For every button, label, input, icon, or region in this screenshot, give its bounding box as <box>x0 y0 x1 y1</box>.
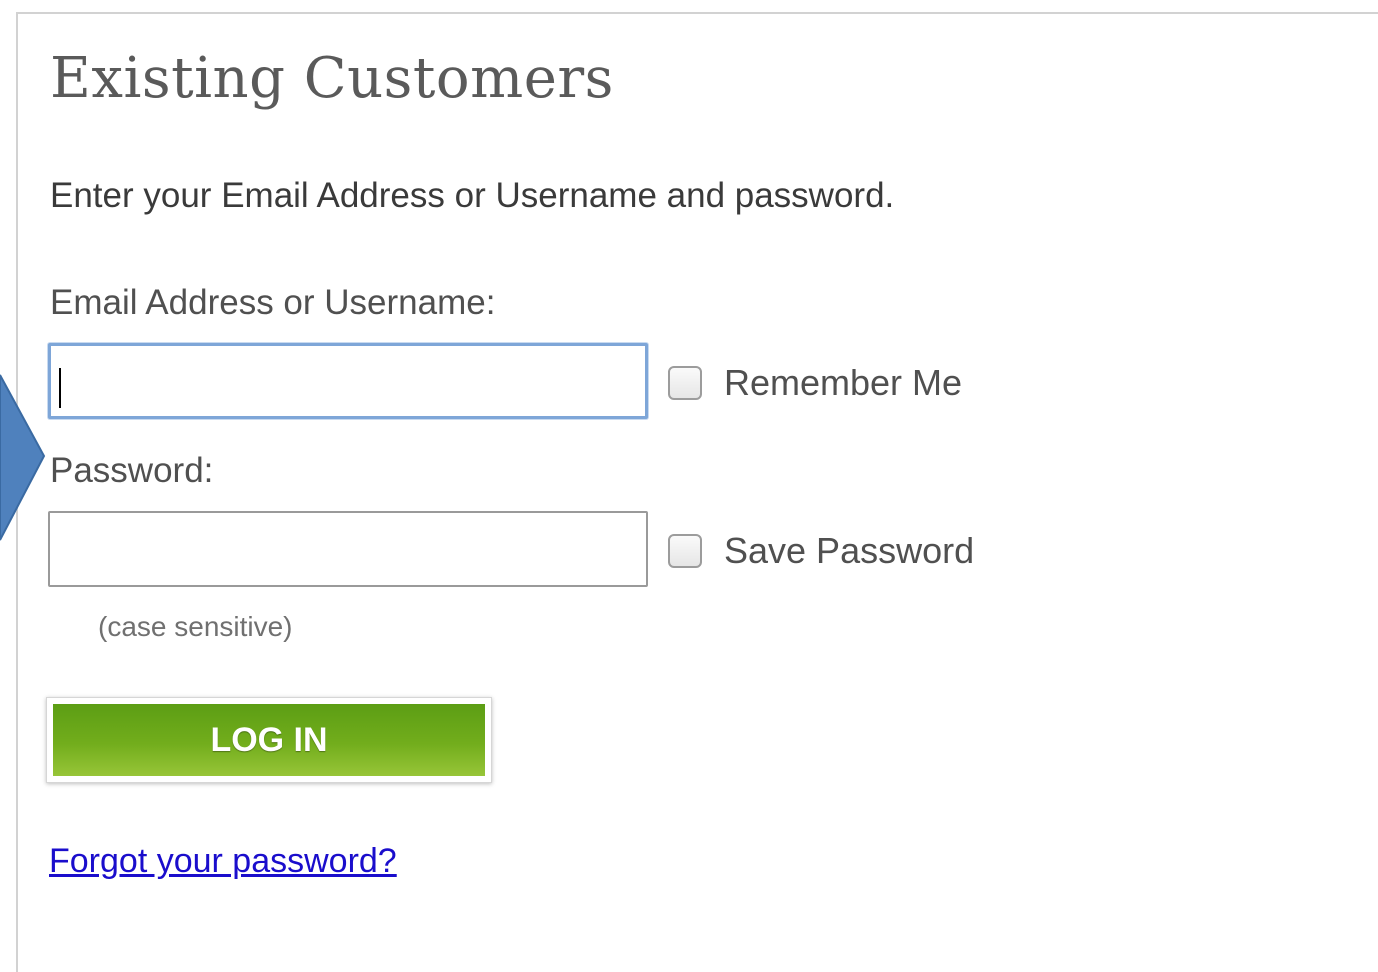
login-button-frame: LOG IN <box>46 697 492 783</box>
case-sensitive-hint: (case sensitive) <box>98 611 293 642</box>
text-cursor <box>59 368 61 408</box>
remember-me-option[interactable]: Remember Me <box>668 362 962 404</box>
email-label: Email Address or Username: <box>50 283 496 322</box>
save-password-checkbox[interactable] <box>668 534 702 568</box>
remember-me-label: Remember Me <box>724 362 963 403</box>
password-field[interactable] <box>48 511 648 587</box>
save-password-label: Save Password <box>724 530 975 571</box>
forgot-password-link[interactable]: Forgot your password? <box>49 842 397 881</box>
login-instructions: Enter your Email Address or Username and… <box>50 176 895 215</box>
remember-me-checkbox[interactable] <box>668 366 702 400</box>
save-password-option[interactable]: Save Password <box>668 530 974 572</box>
login-button[interactable]: LOG IN <box>53 704 485 776</box>
page-title: Existing Customers <box>50 46 614 111</box>
password-label: Password: <box>50 451 214 490</box>
email-field[interactable] <box>48 343 648 419</box>
login-panel <box>16 12 1378 972</box>
